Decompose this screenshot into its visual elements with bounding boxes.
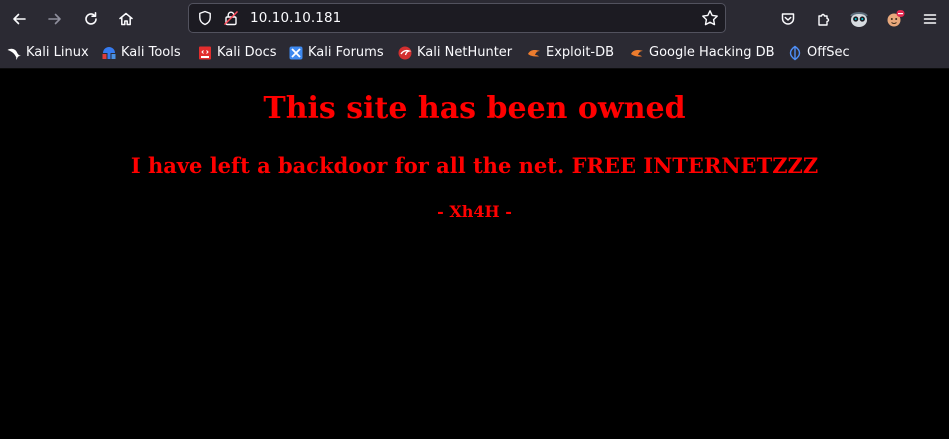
menu-icon [923,14,937,24]
forward-button[interactable] [41,5,69,33]
tracking-protection-shield-icon[interactable] [197,10,213,30]
bookmark-kali-docs[interactable]: Kali Docs [197,43,277,63]
kali-tools-icon [101,45,117,61]
back-arrow-icon [13,13,26,25]
reload-button[interactable] [77,5,105,33]
back-button[interactable] [5,5,33,33]
bookmark-label: Google Hacking DB [649,45,775,60]
forward-arrow-icon [48,13,61,25]
bookmark-offsec[interactable]: OffSec [787,43,850,63]
defacement-signature: - Xh4H - [437,202,512,221]
bookmark-google-hacking-db[interactable]: Google Hacking DB [629,43,775,63]
defacement-heading: This site has been owned [263,91,686,126]
browser-window: 10.10.10.181 Kali Linux Kali Tools Kali … [0,0,949,439]
ghdb-icon [629,45,645,61]
extensions-icon [818,13,830,26]
bookmark-label: OffSec [807,45,850,60]
kali-dragon-icon [6,45,22,61]
reload-icon [85,12,97,25]
extensions-button[interactable] [810,5,838,33]
exploit-db-icon [526,45,542,61]
pocket-button[interactable] [774,5,802,33]
insecure-lock-icon[interactable] [223,10,239,30]
offsec-icon [787,45,803,61]
ublock-button[interactable] [881,5,909,33]
kali-docs-icon [197,45,213,61]
bookmark-label: Kali Docs [217,45,277,60]
bookmark-kali-tools[interactable]: Kali Tools [101,43,181,63]
bookmark-label: Exploit-DB [546,45,615,60]
bookmark-exploit-db[interactable]: Exploit-DB [526,43,614,63]
ublock-icon [887,10,905,27]
bookmark-star-icon[interactable] [701,9,719,31]
profile-button[interactable] [845,5,873,33]
navigation-toolbar: 10.10.10.181 [0,0,949,38]
bookmarks-toolbar: Kali Linux Kali Tools Kali Docs Kali For… [0,38,949,69]
bookmark-label: Kali Forums [308,45,384,60]
menu-button[interactable] [916,5,944,33]
bookmark-kali-nethunter[interactable]: Kali NetHunter [397,43,512,63]
home-button[interactable] [112,5,140,33]
bookmark-label: Kali NetHunter [417,45,513,60]
bookmark-kali-linux[interactable]: Kali Linux [6,43,89,63]
kali-forums-icon [288,45,304,61]
profile-icon [850,12,868,27]
nethunter-icon [397,45,413,61]
url-text[interactable]: 10.10.10.181 [250,10,341,27]
defacement-subheading: I have left a backdoor for all the net. … [130,153,819,178]
url-bar[interactable]: 10.10.10.181 [188,3,726,33]
pocket-icon [781,13,795,25]
bookmark-label: Kali Tools [121,45,181,60]
bookmark-label: Kali Linux [26,45,89,60]
bookmark-kali-forums[interactable]: Kali Forums [288,43,384,63]
page-content: This site has been owned I have left a b… [0,69,949,439]
home-icon [119,12,133,26]
